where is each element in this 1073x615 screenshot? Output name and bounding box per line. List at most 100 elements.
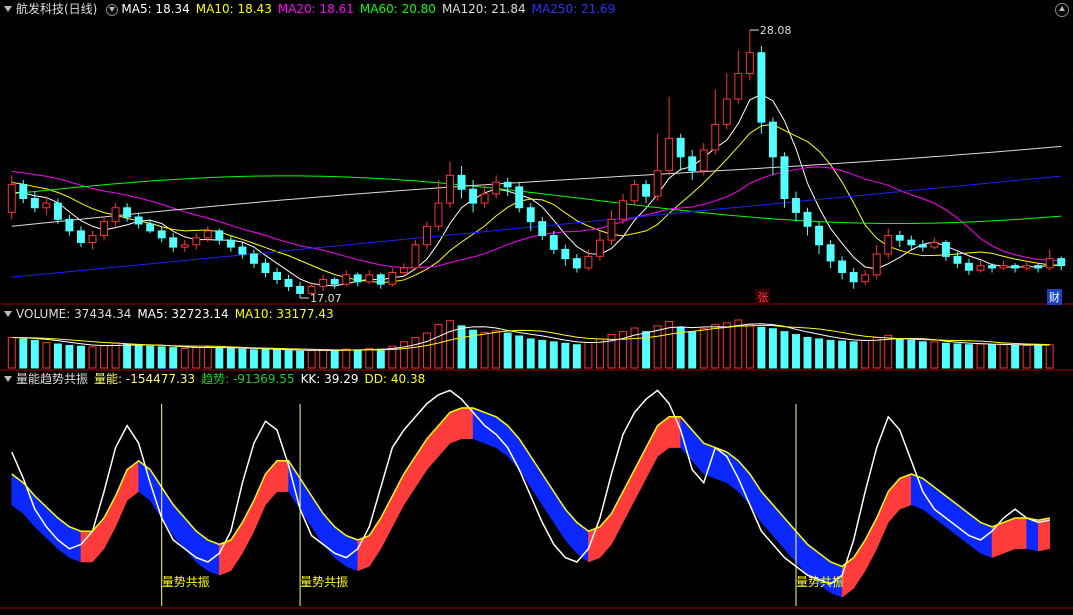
candle-body [699,149,708,172]
trend-ribbon [196,530,209,572]
dropdown-arrow-icon[interactable] [4,6,12,12]
volume-bar [930,341,939,369]
candle-body [768,121,777,158]
trend-ribbon [968,513,981,554]
candle-body [619,200,627,220]
volume-bar [861,339,870,369]
candle-body [826,244,835,262]
collapse-icon[interactable] [1055,3,1069,17]
volume-bar [1034,344,1043,369]
volume-bar [768,328,777,369]
trend-ribbon [1003,517,1016,554]
legend-vol-ma10: MA10: 33177.43 [234,307,334,321]
candle-body [838,260,847,274]
candle-body [549,235,558,250]
volume-bar [296,350,305,369]
trend-ribbon [80,530,93,563]
trend-ribbon [449,407,462,444]
trend-ribbon [1037,517,1050,552]
volume-bar [549,341,558,369]
volume-bar [872,336,881,369]
volume-bar [307,350,316,369]
candle-body [203,230,212,239]
volume-bar [53,343,62,369]
candle-body [319,278,328,287]
trend-ribbon [115,469,128,527]
trend-ribbon [864,517,877,571]
volume-bar [907,339,916,369]
volume-bar [538,339,547,369]
candle-body [457,174,466,190]
candle-body [180,244,189,248]
trend-ribbon [703,442,716,479]
candle-body [595,239,604,257]
volume-bar [1022,344,1031,369]
candle-body [411,244,420,269]
candle-body [1011,265,1020,269]
trend-ribbon [668,416,681,448]
ma250-line [11,175,1062,278]
candle-body [192,237,201,246]
candle-body [422,225,431,246]
candle-body [653,170,662,197]
indicator-name[interactable]: 量能趋势共振 [16,372,88,386]
candle-body [480,193,489,204]
volume-bar [745,323,754,369]
candle-body [780,156,789,199]
legend-volume[interactable]: VOLUME: 37434.34 [16,307,131,321]
candle-body [745,52,754,75]
stock-title[interactable]: 航发科技(日线) [16,2,97,16]
volume-bar [342,348,351,369]
trend-ribbon [242,500,255,554]
candle-body [123,207,132,218]
trend-ribbon [276,460,289,492]
volume-bar [792,334,800,369]
volume-bar [180,347,189,369]
dropdown-arrow-icon[interactable] [4,376,12,382]
candle-body [976,265,985,271]
volume-bar [434,323,443,369]
volume-bar [215,347,224,369]
volume-bar [365,347,374,369]
trend-ribbon [899,473,912,510]
candle-body [469,188,478,204]
volume-bar [111,342,120,369]
candle-body [849,272,858,283]
volume-bar [838,340,847,369]
candle-body [146,223,155,232]
volume-bar [999,344,1008,369]
trend-ribbon [1014,517,1027,550]
volume-bar [584,342,593,369]
legend-qushi: 趋势: -91369.55 [201,372,295,386]
candle-body [7,184,16,213]
settings-dropdown-icon[interactable] [106,3,119,16]
trend-ribbon [980,522,993,558]
zhang-event-badge[interactable]: 张 [755,289,771,305]
volume-bar [918,341,927,369]
candle-body [757,52,766,123]
volume-bar [480,331,489,369]
volume-bar [319,349,328,369]
resonance-label: 量势共振 [300,575,348,589]
volume-bar [226,347,235,369]
trend-ribbon [657,416,670,457]
candle-body [711,123,720,151]
volume-bar [203,346,212,369]
trend-ribbon [853,539,866,590]
cai-event-badge[interactable]: 财 [1047,289,1062,305]
volume-bar [284,350,293,369]
volume-bar [515,335,524,369]
volume-bar [19,338,28,369]
candle-body [388,272,397,285]
candle-body [930,241,939,248]
dropdown-arrow-icon[interactable] [4,311,12,317]
trend-ribbon [219,539,232,576]
volume-legend: VOLUME: 37434.34 MA5: 32723.14 MA10: 33177… [0,305,340,323]
trend-ribbon [138,460,151,501]
trend-ribbon [392,473,405,527]
candle-body [918,244,927,248]
resonance-label: 量势共振 [796,575,844,589]
legend-ma10: MA10: 18.43 [195,2,272,16]
candle-body [157,230,166,239]
trend-ribbon [299,477,312,528]
